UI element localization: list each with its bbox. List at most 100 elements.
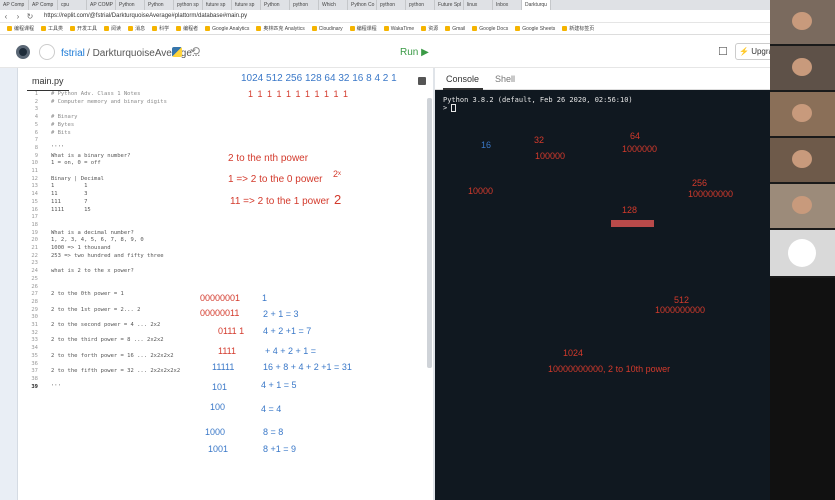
bookmark-item[interactable]: 新建标签页 xyxy=(562,25,594,32)
browser-tab[interactable]: Python xyxy=(116,0,145,10)
browser-tab[interactable]: AP COMP xyxy=(87,0,116,10)
browser-tab[interactable]: Python xyxy=(145,0,174,10)
browser-tab[interactable]: AP Comp xyxy=(0,0,29,10)
url-field[interactable]: https://replit.com/@fstrial/Darkturquois… xyxy=(44,13,247,19)
tab-shell[interactable]: Shell xyxy=(495,74,515,84)
bookmark-item[interactable]: Gmail xyxy=(445,26,465,32)
user-avatar[interactable] xyxy=(39,44,55,60)
note-two-nth: 2 to the nth power xyxy=(228,153,309,164)
video-tile[interactable] xyxy=(770,184,835,228)
console-note-512: 512 xyxy=(674,295,690,305)
binary-31: 11111 xyxy=(212,362,235,372)
console-note-100000000: 100000000 xyxy=(688,189,734,199)
participant-face xyxy=(792,12,812,30)
bookmarks-bar: 编程课程 工具类 开发工具 阅读 消息 科学 编程者 Google Analytics 奥林匹克… xyxy=(0,23,770,35)
bookmark-item[interactable]: Google Analytics xyxy=(205,26,249,32)
bookmark-item[interactable]: 编程课程 xyxy=(7,25,34,32)
forward-icon[interactable]: › xyxy=(12,12,24,21)
tab-console[interactable]: Console xyxy=(446,74,479,84)
browser-tab[interactable]: python xyxy=(406,0,435,10)
bookmark-item[interactable]: 阅读 xyxy=(104,25,121,32)
browser-tab[interactable]: Which xyxy=(319,0,348,10)
binary-15: 1111 xyxy=(218,346,237,356)
editor-scrollbar[interactable] xyxy=(427,98,432,368)
bookmark-item[interactable]: WakaTime xyxy=(384,26,415,32)
binary-1: 00000001 xyxy=(200,293,241,303)
bookmark-item[interactable]: 消息 xyxy=(128,25,145,32)
browser-tab[interactable]: Future Spl xyxy=(435,0,464,10)
code-text: 2 to the third power = 8 ... 2x2x2 xyxy=(51,337,164,344)
repl-name[interactable]: / DarkturquoiseAverage... xyxy=(87,48,200,59)
video-tile[interactable] xyxy=(770,46,835,90)
code-editor[interactable]: main.py 1 # Python Adv. Class 1 Notes 2 # C… xyxy=(18,68,433,500)
video-tile[interactable] xyxy=(770,230,835,276)
browser-tab[interactable]: cpu xyxy=(58,0,87,10)
browser-tab[interactable]: Python Co xyxy=(348,0,377,10)
repl-header: fstrial / DarkturquoiseAverage... ⟲ Run … xyxy=(0,35,775,68)
browser-tab[interactable]: linux xyxy=(464,0,493,10)
line-number: 39 xyxy=(31,383,38,390)
browser-tab[interactable]: python xyxy=(377,0,406,10)
video-tile[interactable] xyxy=(770,92,835,136)
bookmark-item[interactable]: 奥林匹克 Analytics xyxy=(256,25,304,32)
participant-face xyxy=(792,104,812,122)
code-text: # Computer memory and binary digits xyxy=(51,98,167,105)
text-cursor xyxy=(451,104,457,112)
sidebar-strip[interactable] xyxy=(0,68,18,500)
bookmark-item[interactable]: 编程课程 xyxy=(350,25,377,32)
upgrade-button[interactable]: ⚡ Upgrade xyxy=(735,43,775,60)
bookmark-item[interactable]: 资源 xyxy=(421,25,438,32)
code-text: 1 = on, 0 = off xyxy=(51,160,101,167)
browser-tab[interactable]: Inbox xyxy=(493,0,522,10)
browser-tab[interactable]: python sp xyxy=(174,0,203,10)
console-output[interactable]: Python 3.8.2 (default, Feb 26 2020, 02:5… xyxy=(435,90,770,500)
python-version-line: Python 3.8.2 (default, Feb 26 2020, 02:5… xyxy=(443,96,633,104)
note-sup-2: 2 xyxy=(334,192,342,207)
video-tile[interactable] xyxy=(770,0,835,44)
console-note-64: 64 xyxy=(630,131,641,141)
browser-tab[interactable]: Darkturqu xyxy=(522,0,551,10)
console-prompt[interactable]: > xyxy=(443,104,457,112)
note-one-arrow: 1 => 2 to the 0 power xyxy=(228,174,323,185)
sum-7: 4 + 2 +1 = 7 xyxy=(263,326,312,336)
browser-tab[interactable]: future sp xyxy=(203,0,232,10)
browser-tab[interactable]: future sp xyxy=(232,0,261,10)
path-separator: / xyxy=(87,48,90,59)
code-text: 1111 15 xyxy=(51,206,91,213)
ones-row: 1 1 1 1 1 1 1 1 1 1 1 xyxy=(248,89,350,99)
bookmark-item[interactable]: 开发工具 xyxy=(70,25,97,32)
sum-15: + 4 + 2 + 1 = xyxy=(265,346,317,356)
username-link[interactable]: fstrial xyxy=(61,48,85,59)
code-text: ''' xyxy=(51,383,61,390)
run-button[interactable]: Run ▶ xyxy=(400,47,429,58)
replit-logo-icon[interactable] xyxy=(16,45,30,59)
sum-3: 2 + 1 = 3 xyxy=(263,309,299,319)
reload-icon[interactable]: ↻ xyxy=(24,12,36,21)
bookmark-item[interactable]: 科学 xyxy=(152,25,169,32)
address-bar: ‹ › ↻ https://replit.com/@fstrial/Darktu… xyxy=(0,10,770,23)
bookmark-item[interactable]: 编程者 xyxy=(176,25,198,32)
bookmark-item[interactable]: Cloudinary xyxy=(312,26,343,32)
browser-tab[interactable]: AP Comp xyxy=(29,0,58,10)
participant-face xyxy=(792,196,812,214)
file-tab-main[interactable]: main.py xyxy=(32,76,64,86)
code-text: 2 to the 0th power = 1 xyxy=(51,291,124,298)
browser-tab[interactable]: python xyxy=(290,0,319,10)
participant-face xyxy=(792,150,812,168)
chat-icon[interactable]: ☐ xyxy=(718,45,728,58)
python-language-icon xyxy=(172,47,182,57)
bookmark-item[interactable]: 工具类 xyxy=(41,25,63,32)
bookmark-item[interactable]: Google Sheets xyxy=(515,26,555,32)
prompt-symbol: > xyxy=(443,104,448,112)
browser-tab[interactable]: Python xyxy=(261,0,290,10)
video-tile[interactable] xyxy=(770,138,835,182)
bookmark-item[interactable]: Google Docs xyxy=(472,26,508,32)
back-icon[interactable]: ‹ xyxy=(0,12,12,21)
powers-header: 1024 512 256 128 64 32 16 8 4 2 1 xyxy=(241,73,397,84)
history-icon[interactable]: ⟲ xyxy=(190,44,200,58)
upgrade-icon: ⚡ xyxy=(739,47,749,56)
binary-9: 1001 xyxy=(208,444,229,454)
files-icon[interactable] xyxy=(418,77,426,85)
sum-31: 16 + 8 + 4 + 2 +1 = 31 xyxy=(263,362,352,372)
user-placeholder-icon xyxy=(788,239,816,267)
